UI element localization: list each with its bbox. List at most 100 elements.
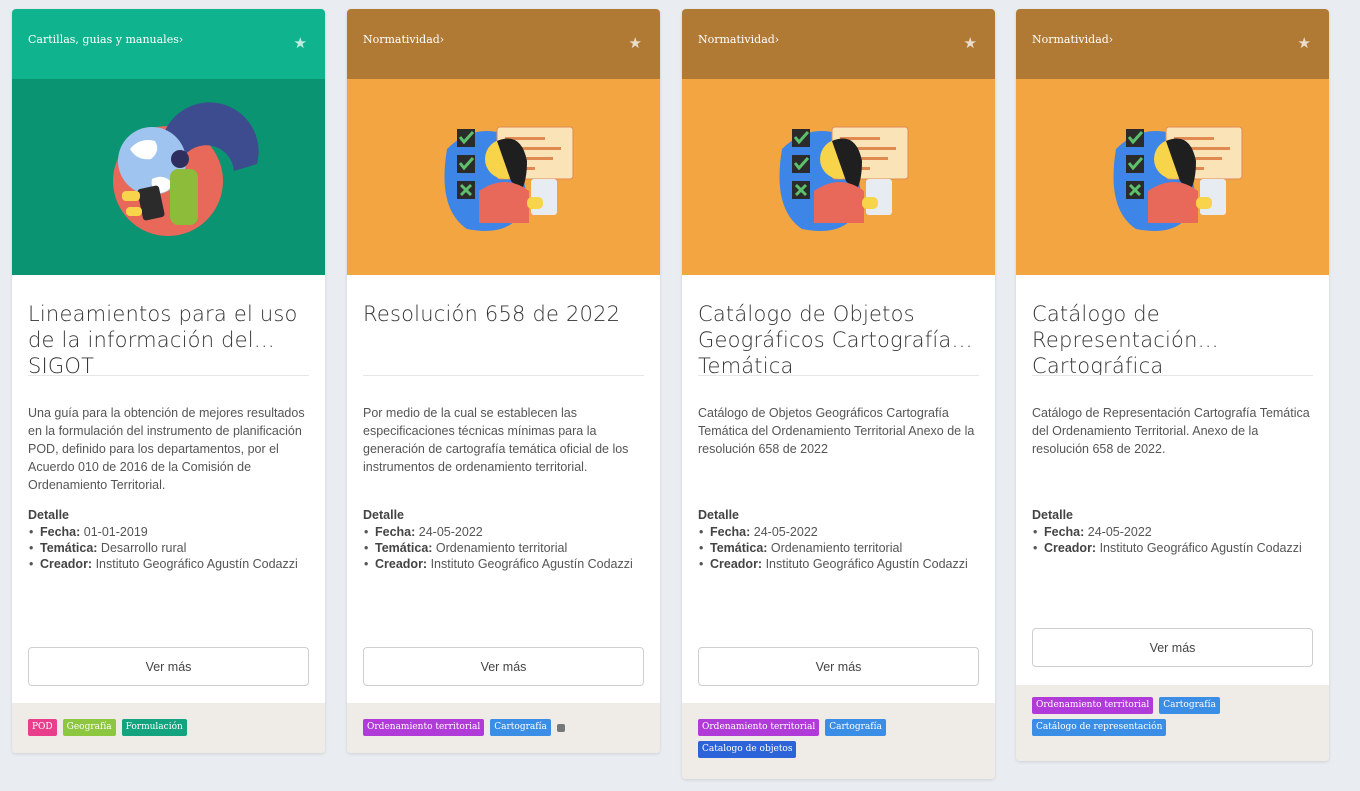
card-description: Catálogo de Representación Cartografía T… xyxy=(1032,406,1310,456)
card-title: Lineamientos para el uso de la informaci… xyxy=(28,302,298,375)
detail-value: Desarrollo rural xyxy=(100,541,187,555)
detail-key: Creador: xyxy=(40,557,93,571)
detail-value: 24-05-2022 xyxy=(1087,525,1152,539)
card-header: Normatividad› ★ xyxy=(682,9,995,79)
card-body: Catálogo de Objetos Geográficos Cartogra… xyxy=(682,301,995,572)
tag-formulacion[interactable]: Formulación xyxy=(121,719,187,736)
detail-creator: Creador: Instituto Geográfico Agustín Co… xyxy=(698,556,979,572)
card-footer: Ordenamiento territorial Cartografía xyxy=(347,703,660,753)
detail-value: Instituto Geográfico Agustín Codazzi xyxy=(1099,541,1302,555)
detail-key: Temática: xyxy=(710,541,768,555)
detail-list: Fecha: 24-05-2022 Temática: Ordenamiento… xyxy=(698,524,979,572)
card-title: Catálogo de Objetos Geográficos Cartogra… xyxy=(698,302,952,375)
detail-date: Fecha: 01-01-2019 xyxy=(28,524,309,540)
card-illustration xyxy=(1016,79,1329,275)
star-icon[interactable]: ★ xyxy=(294,36,307,51)
detail-value: Instituto Geográfico Agustín Codazzi xyxy=(430,557,633,571)
document-card-4: Normatividad› ★ Catálogo de Representaci… xyxy=(1016,9,1329,761)
card-title: Catálogo de Representación Cartográfica xyxy=(1032,302,1198,375)
detail-heading: Detalle xyxy=(28,508,69,522)
star-icon[interactable]: ★ xyxy=(1298,36,1311,51)
tag-pod[interactable]: POD xyxy=(28,719,57,736)
card-title: Resolución 658 de 2022 xyxy=(363,302,621,326)
category-link[interactable]: Normatividad› xyxy=(363,33,444,46)
star-icon[interactable]: ★ xyxy=(964,36,977,51)
detail-theme: Temática: Ordenamiento territorial xyxy=(698,540,979,556)
card-illustration xyxy=(347,79,660,275)
detail-creator: Creador: Instituto Geográfico Agustín Co… xyxy=(1032,540,1313,556)
tag-list: Ordenamiento territorial Cartografía xyxy=(363,719,644,736)
star-icon[interactable]: ★ xyxy=(629,36,642,51)
globe-reader-illustration xyxy=(113,102,259,236)
detail-key: Fecha: xyxy=(1044,525,1085,539)
card-illustration xyxy=(12,79,325,275)
ver-mas-button[interactable]: Ver más xyxy=(698,647,979,686)
detail-creator: Creador: Instituto Geográfico Agustín Co… xyxy=(28,556,309,572)
detail-value: 24-05-2022 xyxy=(753,525,818,539)
divider xyxy=(698,375,979,376)
ver-mas-button[interactable]: Ver más xyxy=(1032,628,1313,667)
detail-list: Fecha: 24-05-2022 Temática: Ordenamiento… xyxy=(363,524,644,572)
detail-key: Creador: xyxy=(710,557,763,571)
card-description: Una guía para la obtención de mejores re… xyxy=(28,406,305,492)
detail-key: Fecha: xyxy=(40,525,81,539)
detail-heading: Detalle xyxy=(698,508,739,522)
card-footer: Ordenamiento territorial Cartografía Cat… xyxy=(1016,685,1329,761)
category-link[interactable]: Normatividad› xyxy=(1032,33,1113,46)
category-link[interactable]: Cartillas, guias y manuales› xyxy=(28,33,183,46)
detail-heading: Detalle xyxy=(1032,508,1073,522)
detail-theme: Temática: Ordenamiento territorial xyxy=(363,540,644,556)
card-footer: POD Geografía Formulación xyxy=(12,703,325,753)
tag-list: POD Geografía Formulación xyxy=(28,719,309,736)
detail-key: Temática: xyxy=(40,541,98,555)
detail-date: Fecha: 24-05-2022 xyxy=(363,524,644,540)
tag-catalogo-de-objetos[interactable]: Catalogo de objetos xyxy=(698,741,797,758)
card-description: Por medio de la cual se establecen las e… xyxy=(363,406,629,474)
tag-ordenamiento-territorial[interactable]: Ordenamiento territorial xyxy=(363,719,485,736)
divider xyxy=(1032,375,1313,376)
checklist-reader-illustration xyxy=(444,126,574,231)
category-link[interactable]: Normatividad› xyxy=(698,33,779,46)
detail-theme: Temática: Desarrollo rural xyxy=(28,540,309,556)
detail-key: Temática: xyxy=(375,541,433,555)
card-illustration xyxy=(682,79,995,275)
tag-ordenamiento-territorial[interactable]: Ordenamiento territorial xyxy=(1032,697,1154,714)
detail-value: Instituto Geográfico Agustín Codazzi xyxy=(765,557,968,571)
detail-date: Fecha: 24-05-2022 xyxy=(1032,524,1313,540)
card-description: Catálogo de Objetos Geográficos Cartogra… xyxy=(698,406,975,456)
checklist-reader-illustration xyxy=(1113,126,1243,231)
card-header: Normatividad› ★ xyxy=(347,9,660,79)
detail-list: Fecha: 24-05-2022 Creador: Instituto Geo… xyxy=(1032,524,1313,556)
tag-cartografia[interactable]: Cartografía xyxy=(825,719,886,736)
detail-value: Ordenamiento territorial xyxy=(435,541,568,555)
detail-creator: Creador: Instituto Geográfico Agustín Co… xyxy=(363,556,644,572)
detail-list: Fecha: 01-01-2019 Temática: Desarrollo r… xyxy=(28,524,309,572)
checklist-reader-illustration xyxy=(779,126,909,231)
card-body: Catálogo de Representación Cartográfica … xyxy=(1016,301,1329,556)
more-tags-indicator[interactable] xyxy=(556,723,565,732)
tag-cartografia[interactable]: Cartografía xyxy=(490,719,551,736)
divider xyxy=(363,375,644,376)
card-body: Resolución 658 de 2022 Por medio de la c… xyxy=(347,301,660,572)
detail-value: 01-01-2019 xyxy=(83,525,148,539)
tag-catalogo-de-representacion[interactable]: Catálogo de representación xyxy=(1032,719,1167,736)
divider xyxy=(28,375,309,376)
tag-cartografia[interactable]: Cartografía xyxy=(1159,697,1220,714)
tag-geografia[interactable]: Geografía xyxy=(62,719,116,736)
card-body: Lineamientos para el uso de la informaci… xyxy=(12,301,325,572)
tag-ordenamiento-territorial[interactable]: Ordenamiento territorial xyxy=(698,719,820,736)
detail-value: Ordenamiento territorial xyxy=(770,541,903,555)
detail-date: Fecha: 24-05-2022 xyxy=(698,524,979,540)
detail-heading: Detalle xyxy=(363,508,404,522)
document-card-1: Cartillas, guias y manuales› ★ Lineamien… xyxy=(12,9,325,753)
ver-mas-button[interactable]: Ver más xyxy=(363,647,644,686)
detail-key: Fecha: xyxy=(375,525,416,539)
document-card-2: Normatividad› ★ Resolución 658 de 2022 P… xyxy=(347,9,660,753)
card-header: Normatividad› ★ xyxy=(1016,9,1329,79)
ver-mas-button[interactable]: Ver más xyxy=(28,647,309,686)
detail-value: Instituto Geográfico Agustín Codazzi xyxy=(95,557,298,571)
card-footer: Ordenamiento territorial Cartografía Cat… xyxy=(682,703,995,779)
detail-key: Creador: xyxy=(1044,541,1097,555)
detail-key: Fecha: xyxy=(710,525,751,539)
document-card-3: Normatividad› ★ Catálogo de Objetos Geog… xyxy=(682,9,995,779)
